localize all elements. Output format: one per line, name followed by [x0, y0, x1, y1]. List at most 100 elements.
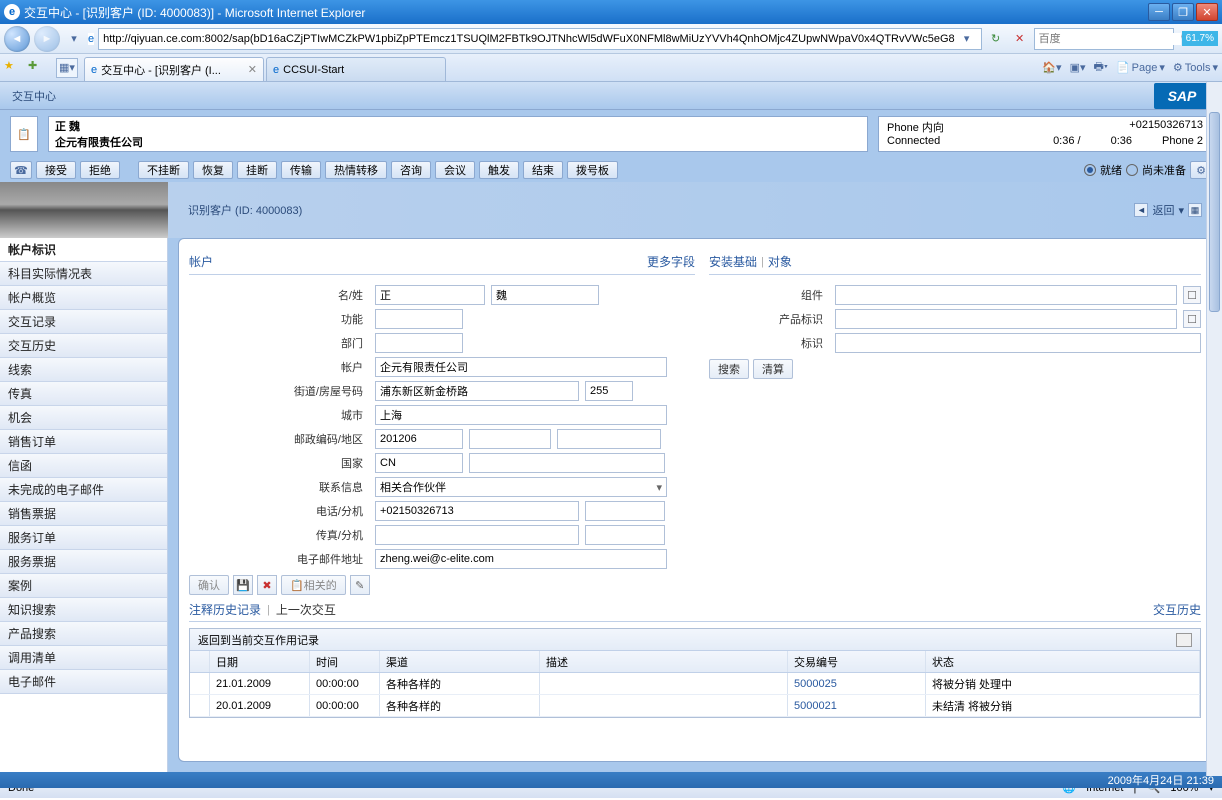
sidebar-item[interactable]: 信函: [0, 454, 167, 478]
region2-input[interactable]: [557, 429, 661, 449]
favorites-icon[interactable]: ★: [4, 59, 22, 77]
id-input[interactable]: [835, 333, 1201, 353]
sidebar-item[interactable]: 知识搜索: [0, 598, 167, 622]
account-input[interactable]: [375, 357, 667, 377]
home-button[interactable]: 🏠▾: [1042, 61, 1061, 74]
stop-button[interactable]: ✕: [1010, 29, 1030, 49]
sidebar-item[interactable]: 线索: [0, 358, 167, 382]
resume-button[interactable]: 恢复: [193, 161, 233, 179]
ext-input[interactable]: [585, 501, 665, 521]
search-box[interactable]: 🔍: [1034, 28, 1174, 50]
product-picker-icon[interactable]: ☐: [1183, 310, 1201, 328]
col-status[interactable]: 状态: [926, 651, 1200, 672]
back-icon[interactable]: ◄: [1134, 203, 1148, 217]
addr-dropdown-icon[interactable]: ▾: [957, 29, 977, 49]
dropdown-icon[interactable]: ▾: [64, 29, 84, 49]
component-picker-icon[interactable]: ☐: [1183, 286, 1201, 304]
confirm-button[interactable]: 确认: [189, 575, 229, 595]
tab-notes[interactable]: 注释历史记录: [189, 601, 261, 618]
sidebar-item[interactable]: 调用清单: [0, 646, 167, 670]
sidebar-item[interactable]: 帐户概览: [0, 286, 167, 310]
sidebar-item[interactable]: 未完成的电子邮件: [0, 478, 167, 502]
related-button[interactable]: 📋相关的: [281, 575, 346, 595]
sidebar-item[interactable]: 销售订单: [0, 430, 167, 454]
sidebar-item[interactable]: 交互历史: [0, 334, 167, 358]
street-input[interactable]: [375, 381, 579, 401]
col-desc[interactable]: 描述: [540, 651, 788, 672]
feeds-button[interactable]: ▣▾: [1070, 61, 1086, 74]
region-input[interactable]: [469, 429, 551, 449]
hangup-button[interactable]: 挂断: [237, 161, 277, 179]
sidebar-item[interactable]: 案例: [0, 574, 167, 598]
search-input[interactable]: [1039, 33, 1181, 45]
city-input[interactable]: [375, 405, 667, 425]
transfer-button[interactable]: 传输: [281, 161, 321, 179]
conference-button[interactable]: 会议: [435, 161, 475, 179]
url-input[interactable]: [103, 33, 957, 45]
firstname-input[interactable]: [375, 285, 485, 305]
quicktabs-button[interactable]: ▦▾: [56, 58, 78, 78]
zoom-indicator[interactable]: 61.7%: [1182, 31, 1218, 46]
sidebar-item[interactable]: 销售票据: [0, 502, 167, 526]
sidebar-item[interactable]: 科目实际情况表: [0, 262, 167, 286]
country-input[interactable]: [375, 453, 463, 473]
col-channel[interactable]: 渠道: [380, 651, 540, 672]
sidebar-item[interactable]: 帐户标识: [0, 238, 167, 262]
email-input[interactable]: [375, 549, 667, 569]
col-date[interactable]: 日期: [210, 651, 310, 672]
tools-menu[interactable]: ⚙Tools▾: [1173, 61, 1218, 74]
sidebar-item[interactable]: 交互记录: [0, 310, 167, 334]
back-button[interactable]: ◄: [4, 26, 30, 52]
history-link[interactable]: 交互历史: [1153, 601, 1201, 618]
sidebar-item[interactable]: 传真: [0, 382, 167, 406]
dept-input[interactable]: [375, 333, 463, 353]
back-label[interactable]: 返回: [1152, 202, 1174, 218]
more-fields-link[interactable]: 更多字段: [647, 253, 695, 270]
house-input[interactable]: [585, 381, 633, 401]
contact-select[interactable]: 相关合作伙伴 ▾: [375, 477, 667, 497]
table-row[interactable]: 20.01.200900:00:00各种各样的5000021未结清 将被分销: [190, 695, 1200, 717]
history-icon[interactable]: ▦: [1188, 203, 1202, 217]
sidebar-item[interactable]: 服务票据: [0, 550, 167, 574]
refresh-button[interactable]: ↻: [986, 29, 1006, 49]
delete-icon[interactable]: ✖: [257, 575, 277, 595]
notready-radio[interactable]: [1126, 164, 1138, 176]
faxext-input[interactable]: [585, 525, 665, 545]
add-favorite-icon[interactable]: ✚: [28, 59, 46, 77]
forward-button[interactable]: ►: [34, 26, 60, 52]
accept-button[interactable]: 接受: [36, 161, 76, 179]
search-button[interactable]: 搜索: [709, 359, 749, 379]
lastname-input[interactable]: [491, 285, 599, 305]
minimize-button[interactable]: ─: [1148, 3, 1170, 21]
sidebar-item[interactable]: 产品搜索: [0, 622, 167, 646]
sidebar-item[interactable]: 机会: [0, 406, 167, 430]
sidebar-item[interactable]: 电子邮件: [0, 670, 167, 694]
phone-input[interactable]: [375, 501, 579, 521]
maximize-button[interactable]: ❐: [1172, 3, 1194, 21]
postal-input[interactable]: [375, 429, 463, 449]
hold-button[interactable]: 不挂断: [138, 161, 189, 179]
save-icon[interactable]: 💾: [233, 575, 253, 595]
product-input[interactable]: [835, 309, 1177, 329]
end-button[interactable]: 结束: [523, 161, 563, 179]
trigger-button[interactable]: 触发: [479, 161, 519, 179]
fullscreen-icon[interactable]: [1176, 633, 1192, 647]
warm-transfer-button[interactable]: 热情转移: [325, 161, 387, 179]
close-button[interactable]: ✕: [1196, 3, 1218, 21]
page-menu[interactable]: 📄Page▾: [1116, 61, 1165, 74]
dropdown-arrow-icon[interactable]: ▾: [656, 481, 662, 494]
ready-radio[interactable]: [1084, 164, 1096, 176]
col-txn[interactable]: 交易编号: [788, 651, 926, 672]
country-name-input[interactable]: [469, 453, 665, 473]
function-input[interactable]: [375, 309, 463, 329]
phone-icon[interactable]: ☎: [10, 161, 32, 179]
reject-button[interactable]: 拒绝: [80, 161, 120, 179]
sidebar-item[interactable]: 服务订单: [0, 526, 167, 550]
tab-close-icon[interactable]: ✕: [248, 63, 257, 76]
clear-button[interactable]: 清算: [753, 359, 793, 379]
fax-input[interactable]: [375, 525, 579, 545]
tab-active[interactable]: e 交互中心 - [识别客户 (I... ✕: [84, 57, 264, 81]
edit-icon[interactable]: ✎: [350, 575, 370, 595]
col-time[interactable]: 时间: [310, 651, 380, 672]
consult-button[interactable]: 咨询: [391, 161, 431, 179]
